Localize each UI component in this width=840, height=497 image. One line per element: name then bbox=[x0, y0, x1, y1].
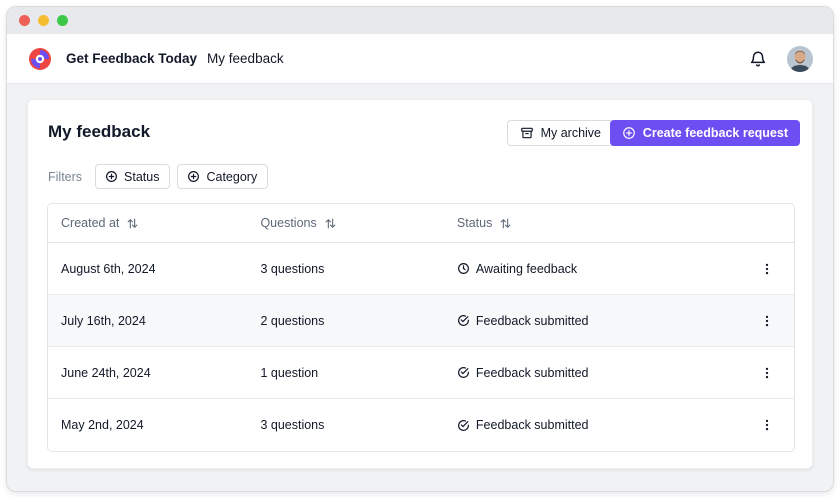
check-circle-icon bbox=[458, 419, 469, 431]
window-close-button[interactable] bbox=[19, 15, 30, 26]
bell-icon[interactable] bbox=[749, 50, 767, 68]
column-questions-label: Questions bbox=[260, 216, 317, 230]
status-text: Feedback submitted bbox=[475, 313, 589, 328]
more-options-icon[interactable] bbox=[760, 366, 774, 380]
my-archive-button[interactable]: My archive bbox=[506, 120, 615, 146]
plus-circle-icon bbox=[622, 127, 635, 139]
status-cell: Feedback submitted bbox=[457, 314, 739, 328]
check-circle-icon bbox=[458, 315, 469, 326]
window-minimize-button[interactable] bbox=[38, 15, 49, 26]
clock-icon bbox=[457, 263, 469, 274]
status-text: Awaiting feedback bbox=[475, 261, 578, 276]
created-at-cell: June 24th, 2024 bbox=[61, 365, 151, 380]
column-created-at[interactable]: Created at bbox=[48, 216, 260, 230]
status-cell: Awaiting feedback bbox=[457, 262, 739, 276]
questions-cell: 3 questions bbox=[260, 418, 325, 432]
my-archive-label: My archive bbox=[540, 126, 601, 140]
table-header: Created at Questions Status bbox=[48, 204, 794, 243]
create-feedback-request-label: Create feedback request bbox=[642, 126, 788, 140]
table-row[interactable]: May 2nd, 2024 3 questions Feedback submi… bbox=[48, 399, 794, 451]
sort-icon bbox=[127, 218, 138, 228]
page-title: My feedback bbox=[48, 122, 151, 141]
brand-logo-icon[interactable] bbox=[27, 46, 53, 72]
status-text: Feedback submitted bbox=[475, 418, 589, 432]
check-circle-icon bbox=[458, 367, 469, 378]
created-at-cell: August 6th, 2024 bbox=[61, 261, 156, 276]
create-feedback-request-button[interactable]: Create feedback request bbox=[609, 120, 800, 146]
questions-cell: 3 questions bbox=[260, 261, 325, 276]
column-questions[interactable]: Questions bbox=[260, 216, 456, 230]
column-status[interactable]: Status bbox=[457, 216, 739, 230]
status-cell: Feedback submitted bbox=[457, 366, 739, 380]
filter-category-label: Category bbox=[206, 169, 258, 184]
breadcrumb-current: My feedback bbox=[207, 51, 284, 66]
created-at-cell: May 2nd, 2024 bbox=[61, 418, 144, 432]
archive-icon bbox=[520, 127, 533, 139]
column-status-label: Status bbox=[456, 216, 493, 230]
created-at-cell: July 16th, 2024 bbox=[61, 313, 146, 328]
brand-name[interactable]: Get Feedback Today bbox=[66, 51, 197, 66]
table-row[interactable]: July 16th, 2024 2 questions Feedback sub… bbox=[48, 295, 794, 347]
avatar-image bbox=[787, 45, 813, 72]
window-maximize-button[interactable] bbox=[57, 15, 68, 26]
filters-bar: Filters Status Category bbox=[48, 164, 269, 189]
sort-icon bbox=[500, 218, 511, 228]
filter-category-button[interactable]: Category bbox=[177, 164, 269, 189]
user-avatar[interactable] bbox=[787, 45, 813, 72]
plus-circle-icon bbox=[188, 171, 200, 182]
app-header: Get Feedback Today My feedback bbox=[7, 34, 833, 84]
column-created-at-label: Created at bbox=[61, 216, 120, 230]
filter-status-label: Status bbox=[124, 169, 160, 184]
table-row[interactable]: August 6th, 2024 3 questions Awaiting fe… bbox=[48, 243, 794, 295]
sort-icon bbox=[325, 218, 336, 228]
feedback-card: My feedback My archive Create feedback r… bbox=[27, 99, 813, 469]
questions-cell: 1 question bbox=[260, 365, 319, 380]
status-cell: Feedback submitted bbox=[457, 418, 739, 432]
feedback-table: Created at Questions Status August 6th, … bbox=[47, 203, 795, 452]
more-options-icon[interactable] bbox=[760, 314, 774, 328]
questions-cell: 2 questions bbox=[260, 313, 325, 328]
more-options-icon[interactable] bbox=[760, 262, 774, 276]
table-row[interactable]: June 24th, 2024 1 question Feedback subm… bbox=[48, 347, 794, 399]
window-titlebar bbox=[7, 7, 833, 34]
plus-circle-icon bbox=[106, 171, 118, 182]
more-options-icon[interactable] bbox=[760, 418, 774, 432]
app-window: Get Feedback Today My feedback My feedba… bbox=[7, 7, 833, 491]
filters-label: Filters bbox=[48, 169, 83, 184]
status-text: Feedback submitted bbox=[475, 365, 589, 380]
filter-status-button[interactable]: Status bbox=[95, 164, 171, 189]
